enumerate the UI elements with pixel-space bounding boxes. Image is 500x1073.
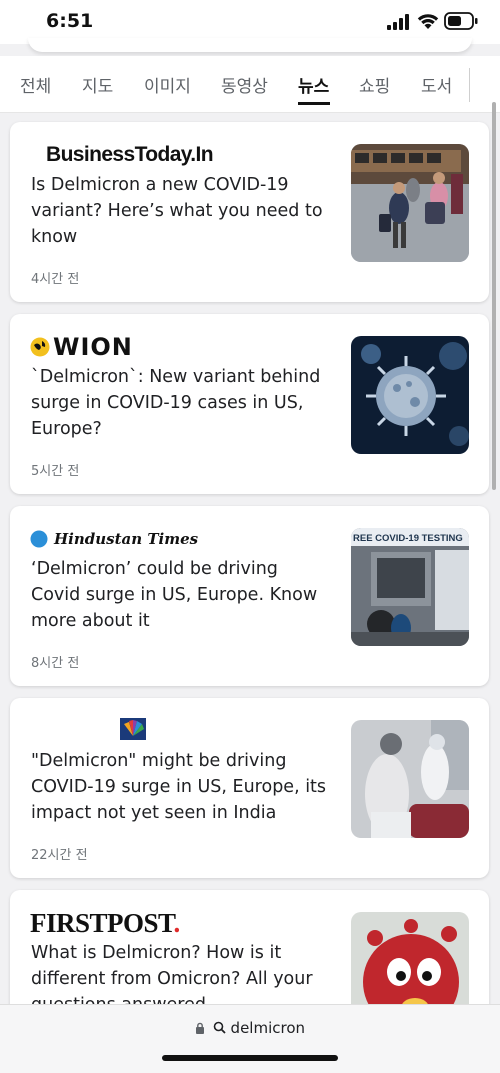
source-name: WION xyxy=(53,333,133,361)
news-time: 4시간 전 xyxy=(31,272,80,287)
home-indicator[interactable] xyxy=(162,1055,338,1061)
battery-icon xyxy=(444,12,478,30)
news-time: 5시간 전 xyxy=(31,464,80,479)
scrollbar-thumb[interactable] xyxy=(492,102,496,490)
status-time: 6:51 xyxy=(46,10,94,32)
ht-badge-icon xyxy=(30,530,48,548)
bottom-address-bar: delmicron xyxy=(0,1004,500,1073)
covid-testing-image: REE COVID-19 TESTING xyxy=(351,528,469,646)
tab-news[interactable]: 뉴스 xyxy=(298,72,329,97)
thumbnail-banner-text: REE COVID-19 TESTING xyxy=(353,533,463,544)
search-box-edge[interactable] xyxy=(28,38,472,52)
train-station-image xyxy=(351,144,469,262)
wifi-icon xyxy=(417,14,439,29)
tab-all[interactable]: 전체 xyxy=(20,72,51,97)
source-logo-businesstoday: BusinessToday.In xyxy=(46,140,214,170)
cnbc-peacock-icon xyxy=(120,718,146,740)
address-bar[interactable]: delmicron xyxy=(0,1019,500,1037)
news-thumbnail[interactable]: REE COVID-19 TESTING xyxy=(351,528,469,646)
source-name: FIRSTPOST xyxy=(30,908,174,938)
source-logo-wion: WION xyxy=(30,332,133,362)
news-thumbnail[interactable] xyxy=(351,720,469,838)
signal-icon xyxy=(387,14,409,30)
tab-images[interactable]: 이미지 xyxy=(144,72,191,97)
source-logo-hindustan-times: Hindustan Times xyxy=(30,524,198,554)
search-tabs: 전체 지도 이미지 동영상 뉴스 쇼핑 도서 xyxy=(0,56,500,113)
source-name: Hindustan Times xyxy=(54,530,199,548)
news-headline[interactable]: Is Delmicron a new COVID-19 variant? Her… xyxy=(31,172,331,250)
source-logo-firstpost: FIRSTPOST. xyxy=(30,908,180,938)
lock-icon xyxy=(195,1022,204,1034)
search-query: delmicron xyxy=(230,1019,306,1037)
search-icon xyxy=(213,1021,226,1034)
firstpost-dot: . xyxy=(173,908,181,938)
tab-shopping[interactable]: 쇼핑 xyxy=(359,72,390,97)
ppe-workers-image xyxy=(351,720,469,838)
tabs-divider xyxy=(469,68,470,102)
news-thumbnail[interactable] xyxy=(351,144,469,262)
source-name: BusinessToday.In xyxy=(46,143,214,166)
news-thumbnail[interactable] xyxy=(351,336,469,454)
news-card[interactable]: BusinessToday.In Is Delmicron a new COVI… xyxy=(10,122,489,302)
wion-globe-icon xyxy=(30,337,50,357)
virus-image xyxy=(351,336,469,454)
tab-books[interactable]: 도서 xyxy=(421,72,452,97)
news-headline[interactable]: `Delmicron`: New variant behind surge in… xyxy=(31,364,331,442)
source-logo-cnbc-tv18 xyxy=(120,718,146,748)
news-time: 8시간 전 xyxy=(31,656,80,671)
tab-maps[interactable]: 지도 xyxy=(82,72,113,97)
news-card[interactable]: "Delmicron" might be driving COVID-19 su… xyxy=(10,698,489,878)
news-headline[interactable]: ‘Delmicron’ could be driving Covid surge… xyxy=(31,556,331,634)
news-headline[interactable]: "Delmicron" might be driving COVID-19 su… xyxy=(31,748,331,826)
news-time: 22시간 전 xyxy=(31,848,88,863)
news-card[interactable]: WION `Delmicron`: New variant behind sur… xyxy=(10,314,489,494)
tab-videos[interactable]: 동영상 xyxy=(221,72,268,97)
active-tab-indicator xyxy=(298,102,330,105)
news-card[interactable]: Hindustan Times ‘Delmicron’ could be dri… xyxy=(10,506,489,686)
